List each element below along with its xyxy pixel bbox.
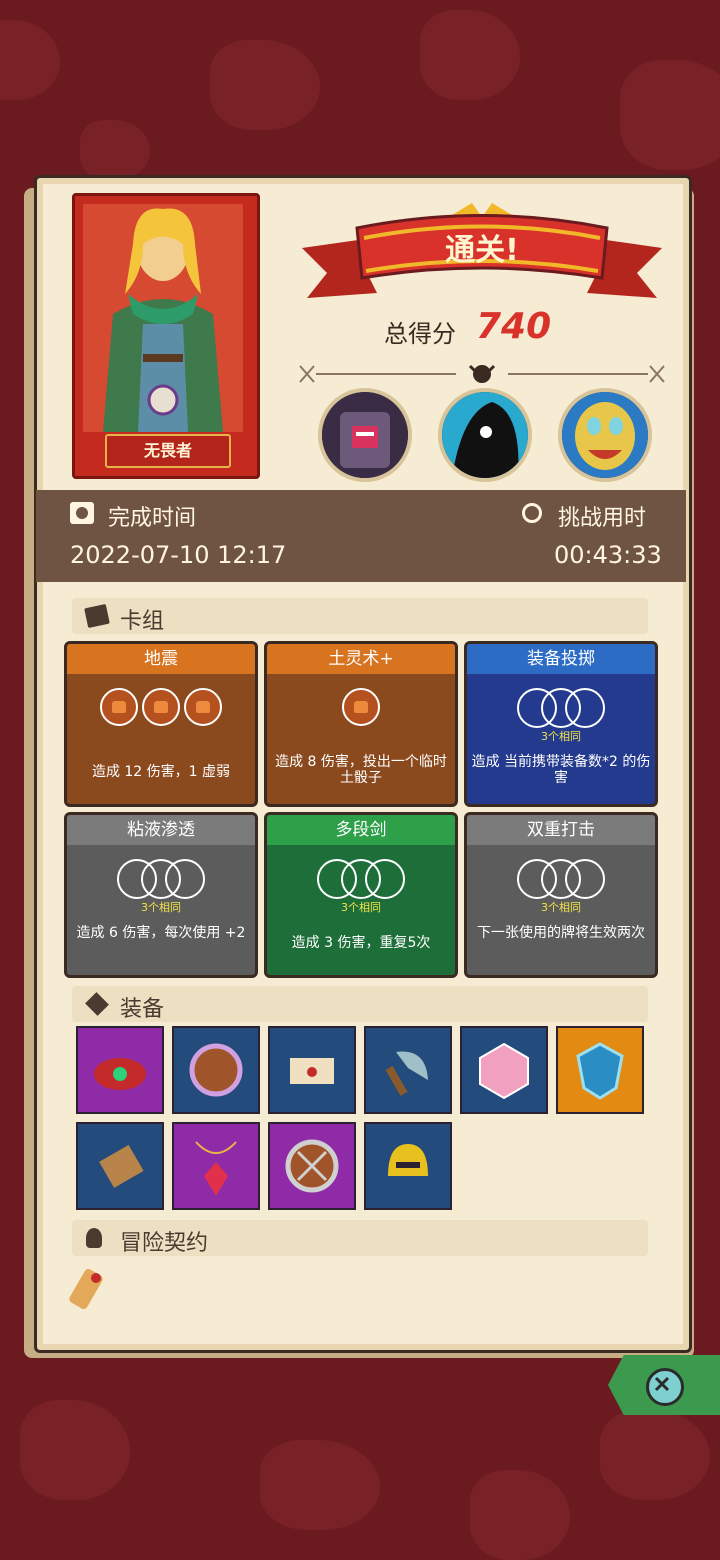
bracer-icon[interactable]	[76, 1122, 164, 1210]
same-requirement: 3个相同	[141, 901, 181, 914]
card-name: 多段剑	[267, 815, 455, 845]
same-requirement: 3个相同	[541, 901, 581, 914]
card-name: 装备投掷	[467, 644, 655, 674]
card-name: 双重打击	[467, 815, 655, 845]
wooden-shield-icon[interactable]	[268, 1122, 356, 1210]
hero-name: 无畏者	[105, 434, 231, 468]
same-requirement: 3个相同	[541, 730, 581, 743]
dice-slots	[67, 688, 255, 728]
boss-portrait-1	[318, 388, 412, 482]
victory-title: 通关!	[445, 233, 519, 268]
card-multi-sword[interactable]: 多段剑 3个相同 造成 3 伤害，重复5次	[264, 812, 458, 978]
score-label: 总得分	[384, 320, 456, 348]
card-name: 土灵术+	[267, 644, 455, 674]
person-icon	[86, 1228, 102, 1248]
victory-ribbon: 通关!	[302, 203, 662, 303]
dice-slots	[467, 688, 655, 728]
card-name: 地震	[67, 644, 255, 674]
red-bracelet-icon[interactable]	[76, 1026, 164, 1114]
card-desc: 造成 12 伤害，1 虚弱	[91, 764, 231, 780]
ruby-pendant-icon[interactable]	[172, 1122, 260, 1210]
card-earthquake[interactable]: 地震 造成 12 伤害，1 虚弱	[64, 641, 258, 807]
stopwatch-icon	[522, 503, 542, 523]
challenge-time-label: 挑战用时	[558, 506, 647, 531]
close-icon	[654, 1376, 670, 1392]
challenge-time-value: 00:43:33	[554, 541, 662, 569]
boss-divider	[296, 362, 668, 386]
scroll-icon[interactable]	[268, 1026, 356, 1114]
card-earth-spell-plus[interactable]: 土灵术+ 造成 8 伤害，投出一个临时土骰子	[264, 641, 458, 807]
contract-scroll-icon[interactable]	[66, 1262, 118, 1314]
completed-time-label: 完成时间	[108, 506, 197, 531]
equipment-title: 装备	[120, 997, 165, 1022]
dice-slots	[467, 859, 655, 899]
completed-time-value: 2022-07-10 12:17	[70, 541, 287, 569]
card-desc: 造成 3 伤害，重复5次	[291, 935, 431, 951]
dice-slots	[267, 688, 455, 728]
golden-helmet-icon[interactable]	[364, 1122, 452, 1210]
card-double-strike[interactable]: 双重打击 3个相同 下一张使用的牌将生效两次	[464, 812, 658, 978]
blue-shield-icon[interactable]	[556, 1026, 644, 1114]
score-value: 740	[476, 306, 552, 347]
card-equipment-throw[interactable]: 装备投掷 3个相同 造成 当前携带装备数*2 的伤害	[464, 641, 658, 807]
cube-icon	[85, 992, 109, 1016]
card-name: 粘液渗透	[67, 815, 255, 845]
cards-icon	[84, 603, 110, 629]
axe-icon[interactable]	[364, 1026, 452, 1114]
crystal-d20-icon[interactable]	[460, 1026, 548, 1114]
deck-section-header: 卡组	[72, 598, 648, 634]
equipment-section-header: 装备	[72, 986, 648, 1022]
card-desc: 下一张使用的牌将生效两次	[477, 925, 645, 941]
card-desc: 造成 8 伤害，投出一个临时土骰子	[275, 754, 447, 786]
deck-title: 卡组	[120, 609, 165, 634]
hero-portrait: 无畏者	[72, 193, 260, 479]
dice-slots	[67, 859, 255, 899]
hero-image	[83, 204, 243, 432]
contract-title: 冒险契约	[120, 1231, 209, 1256]
round-shield-icon[interactable]	[172, 1026, 260, 1114]
card-desc: 造成 当前携带装备数*2 的伤害	[471, 754, 651, 786]
boss-portrait-2	[438, 388, 532, 482]
card-desc: 造成 6 伤害，每次使用 +2	[76, 925, 246, 941]
dice-slots	[267, 859, 455, 899]
close-button[interactable]	[646, 1368, 684, 1406]
boss-portrait-3	[558, 388, 652, 482]
film-icon	[70, 502, 94, 524]
same-requirement: 3个相同	[341, 901, 381, 914]
contract-section-header: 冒险契约	[72, 1220, 648, 1256]
card-slime-seep[interactable]: 粘液渗透 3个相同 造成 6 伤害，每次使用 +2	[64, 812, 258, 978]
